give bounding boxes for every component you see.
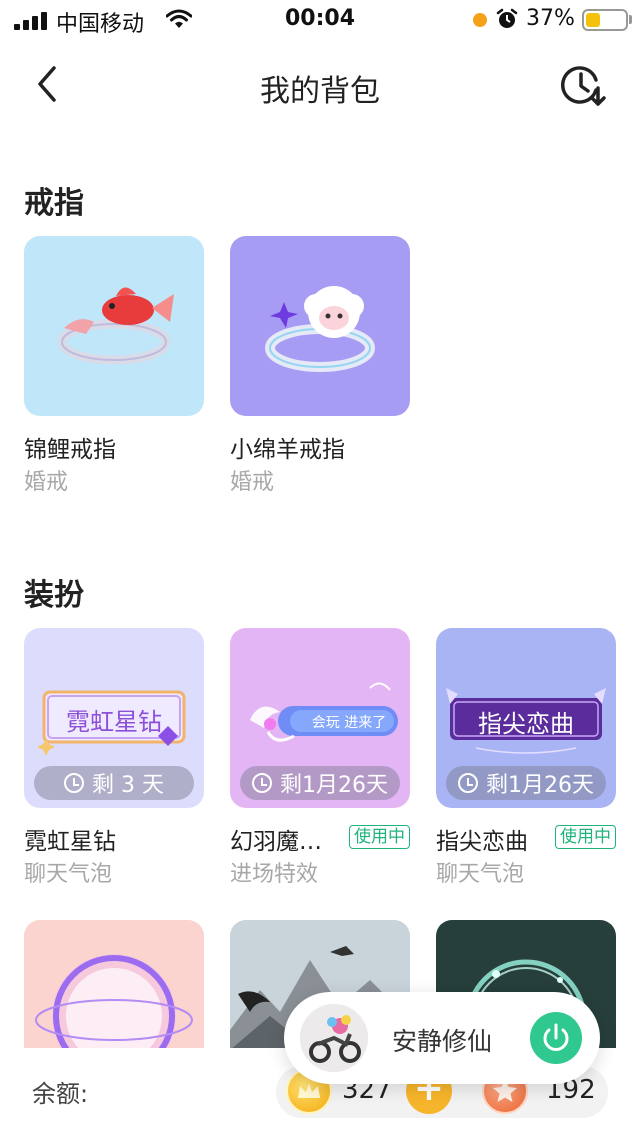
item-name: 霓虹星钻 [24,829,116,855]
clock-icon [252,773,272,793]
item-type: 聊天气泡 [436,862,525,887]
remaining-time-badge: 剩1月26天 [240,766,400,800]
outfit-card-fingertip[interactable]: 指尖恋曲 剩1月26天 指尖恋曲 使用中 聊天气泡 [436,628,616,887]
floating-music-player[interactable]: 安静修仙 [284,992,600,1084]
neon-thumb: 霓虹星钻 剩 3 天 [24,628,204,808]
orb-frame-icon [35,954,193,1048]
ring-card-sheep[interactable]: 小绵羊戒指 婚戒 [230,236,410,495]
item-type: 进场特效 [230,862,319,887]
power-icon [543,1023,569,1051]
remaining-time: 剩1月26天 [280,773,388,798]
sheep-ring-thumb [230,236,410,416]
outfit-card-neon[interactable]: 霓虹星钻 剩 3 天 霓虹星钻 聊天气泡 [24,628,204,887]
battery-tip [629,15,632,24]
sheep-ring-icon [265,286,375,372]
fingertip-thumb: 指尖恋曲 剩1月26天 [436,628,616,808]
in-use-badge: 使用中 [555,825,616,849]
item-name: 幻羽魔… [230,829,322,855]
item-name: 指尖恋曲 [436,829,528,855]
balance-label: 余额: [32,1080,89,1108]
clock-icon [64,773,84,793]
item-type: 婚戒 [24,470,69,495]
section-title-outfits: 装扮 [24,578,84,613]
nav-bar: 我的背包 [0,40,640,130]
battery-icon [582,9,628,31]
item-name: 锦鲤戒指 [24,437,116,463]
art-text: 会玩 进来了 [311,715,387,731]
status-bar: 中国移动 00:04 37% [0,0,640,40]
power-button[interactable] [530,1012,582,1064]
art-text: 霓虹星钻 [66,708,162,736]
section-title-rings: 戒指 [24,186,84,221]
orange-dot-indicator [473,13,487,27]
remaining-time-badge: 剩1月26天 [446,766,606,800]
item-type: 聊天气泡 [24,862,113,887]
battery-percent: 37% [526,6,575,31]
ring-card-koi[interactable]: 锦鲤戒指 婚戒 [24,236,204,495]
in-use-badge: 使用中 [349,825,410,849]
art-text: 指尖恋曲 [478,710,574,738]
remaining-time: 剩1月26天 [486,773,594,798]
remaining-time: 剩 3 天 [92,773,164,798]
history-icon[interactable] [556,60,608,112]
remaining-time-badge: 剩 3 天 [34,766,194,800]
player-title: 安静修仙 [392,1027,493,1056]
item-type: 婚戒 [230,470,275,495]
clock-icon [458,773,478,793]
orb-thumb [24,920,204,1048]
alarm-icon [496,8,518,28]
koi-ring-icon [57,287,174,365]
koi-ring-thumb [24,236,204,416]
item-name: 小绵羊戒指 [230,437,345,463]
page-title: 我的背包 [260,74,380,109]
avatar [300,1004,368,1072]
outfit-card-orb[interactable] [24,920,204,1048]
outfit-card-wing[interactable]: 会玩 进来了 剩1月26天 幻羽魔… 使用中 进场特效 [230,628,410,887]
wing-thumb: 会玩 进来了 剩1月26天 [230,628,410,808]
